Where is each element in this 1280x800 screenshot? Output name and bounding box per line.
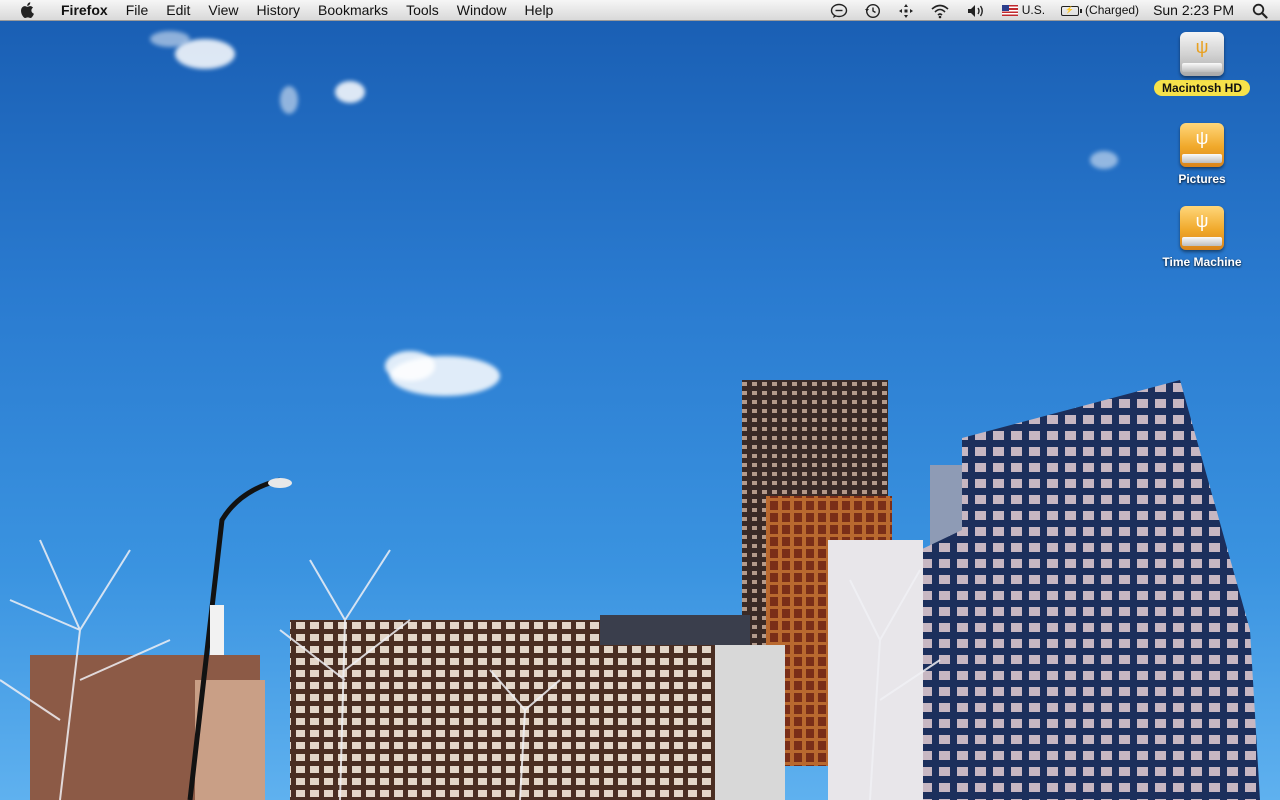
menu-bar: Firefox File Edit View History Bookmarks… [0,0,1280,21]
cloud [280,86,298,114]
menu-file[interactable]: File [117,0,158,21]
menu-history[interactable]: History [247,0,309,21]
app-menu-firefox[interactable]: Firefox [52,0,117,21]
apple-menu-icon[interactable] [16,2,38,18]
battery-status: (Charged) [1085,3,1140,17]
menu-edit[interactable]: Edit [157,0,199,21]
desktop-icon-label: Pictures [1178,172,1226,186]
cityscape-illustration [0,380,1260,800]
wifi-icon[interactable] [922,3,958,19]
cloud [385,351,435,381]
input-source-label: U.S. [1021,3,1046,17]
desktop-icon-macintosh-hd[interactable]: ψ Macintosh HD [1147,32,1257,96]
menu-window[interactable]: Window [448,0,516,21]
firewire-drive-icon: ψ [1180,123,1224,167]
desktop-icon-label: Time Machine [1162,255,1242,269]
menu-bookmarks[interactable]: Bookmarks [309,0,397,21]
battery-menu[interactable]: ⚡ (Charged) [1053,0,1147,21]
battery-plug-icon: ⚡ [1061,5,1083,16]
desktop-icon-time-machine[interactable]: ψ Time Machine [1147,206,1257,270]
cloud [335,81,365,103]
desktop-wallpaper [0,21,1280,800]
menubar-clock[interactable]: Sun 2:23 PM [1147,0,1246,21]
time-machine-icon[interactable] [856,3,890,19]
spaces-icon[interactable] [890,3,922,19]
menu-tools[interactable]: Tools [397,0,448,21]
firewire-drive-icon: ψ [1180,206,1224,250]
menu-help[interactable]: Help [516,0,563,21]
volume-icon[interactable] [958,3,994,19]
cloud [150,31,190,47]
status-menus: U.S. ⚡ (Charged) Sun 2:23 PM [822,0,1280,21]
us-flag-icon [1001,5,1018,16]
menu-view[interactable]: View [199,0,247,21]
cloud [1090,151,1118,169]
input-source-menu[interactable]: U.S. [994,0,1053,21]
desktop-icon-pictures[interactable]: ψ Pictures [1147,123,1257,187]
spotlight-search-icon[interactable] [1246,3,1280,19]
ichat-status-icon[interactable] [822,3,856,19]
desktop-icon-label: Macintosh HD [1153,80,1250,96]
hard-drive-icon: ψ [1180,32,1224,76]
